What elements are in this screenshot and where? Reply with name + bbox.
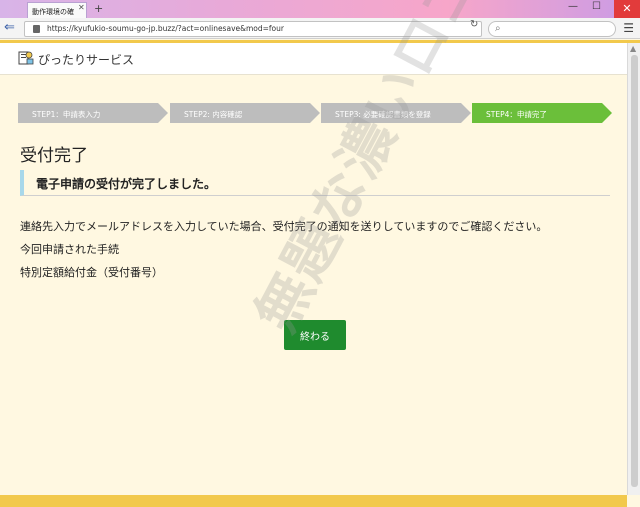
tab-title: 動作環境の確 — [32, 8, 74, 16]
site-logo-text[interactable]: ぴったりサービス — [38, 51, 134, 68]
back-arrow-icon[interactable]: ⇐ — [4, 20, 15, 35]
step-label: STEP1：申請表入力 — [32, 110, 101, 119]
maximize-icon[interactable]: ☐ — [592, 1, 601, 12]
step-2: STEP2: 内容確認 — [170, 103, 320, 123]
url-text: https://kyufukio-soumu-go-jp.buzz/?act=o… — [47, 24, 284, 33]
step-4-current: STEP4：申請完了 — [472, 103, 612, 123]
minimize-icon[interactable]: — — [568, 1, 578, 12]
site-header: ぴったりサービス — [0, 43, 627, 75]
step-label: STEP4：申請完了 — [486, 110, 547, 119]
scrollbar-thumb[interactable] — [631, 55, 638, 487]
lock-icon — [33, 25, 40, 33]
search-icon: ⌕ — [495, 23, 501, 34]
step-label: STEP2: 内容確認 — [184, 110, 243, 119]
procedure-label: 今回申請された手続 — [20, 243, 119, 256]
browser-nav-bar: ⇐ https://kyufukio-soumu-go-jp.buzz/?act… — [0, 18, 640, 39]
footer-accent-strip — [0, 495, 627, 507]
page-title: 受付完了 — [20, 146, 88, 166]
step-1: STEP1：申請表入力 — [18, 103, 168, 123]
notice-text: 電子申請の受付が完了しました。 — [36, 177, 217, 191]
new-tab-icon[interactable]: + — [94, 2, 103, 15]
hamburger-menu-icon[interactable]: ☰ — [623, 21, 634, 35]
scroll-up-icon[interactable]: ▲ — [630, 44, 636, 53]
search-input[interactable]: ⌕ — [488, 21, 616, 37]
tab-close-icon[interactable]: ✕ — [78, 3, 85, 12]
vertical-scrollbar[interactable]: ▲ — [627, 43, 640, 495]
logo-icon[interactable] — [18, 50, 34, 66]
procedure-name: 特別定額給付金（受付番号） — [20, 266, 163, 279]
window-close-icon[interactable]: ✕ — [614, 0, 640, 18]
browser-title-bar: 動作環境の確 ✕ + — ☐ ✕ — [0, 0, 640, 18]
